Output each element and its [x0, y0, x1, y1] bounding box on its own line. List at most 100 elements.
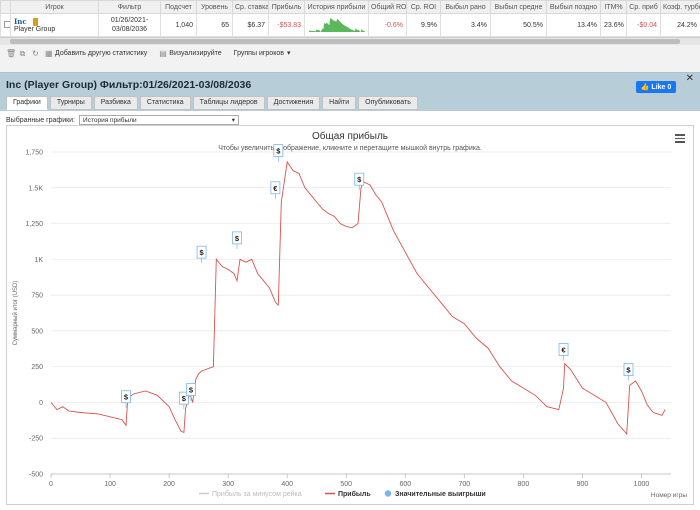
tab-breakdown[interactable]: Разбивка [93, 96, 138, 110]
y-tick-label: 1,250 [25, 221, 43, 228]
player-cell[interactable]: Inc Player Group [10, 13, 99, 37]
horizontal-scrollbar[interactable] [0, 37, 700, 45]
y-tick-label: -500 [29, 472, 43, 479]
refresh-icon[interactable]: ↻ [32, 49, 39, 57]
y-tick-label: 1,750 [25, 150, 43, 157]
profit-history-cell [304, 13, 369, 37]
caret-down-icon: ▾ [231, 117, 236, 124]
legend-rake-label: Прибыль за минусом рейка [212, 490, 302, 498]
early-cell: 3.4% [440, 13, 491, 37]
level-cell: 65 [196, 13, 233, 37]
stats-table: Игрок Фильтр Подсчет Уровень Ср. ставка … [0, 0, 700, 37]
panel-tabs: Графики Турниры Разбивка Статистика Табл… [6, 96, 418, 110]
x-tick-label: 500 [340, 481, 352, 488]
header-late[interactable]: Выбыл поздно [546, 0, 601, 14]
avg-stake-cell: $6.37 [232, 13, 269, 37]
header-middle[interactable]: Выбыл средне [490, 0, 547, 14]
tab-leaderboards[interactable]: Таблицы лидеров [192, 96, 265, 110]
like-label: Like 0 [651, 83, 672, 91]
header-profit[interactable]: Прибыль [268, 0, 305, 14]
chart-subtitle: Чтобы увеличить изображение, кликните и … [218, 144, 482, 152]
header-level[interactable]: Уровень [196, 0, 233, 14]
x-tick-label: 900 [577, 481, 589, 488]
table-toolbar: 🗑 ⧉ ↻ ▦ Добавить другую статистику ▤ Виз… [0, 46, 700, 60]
header-avg-roi[interactable]: Ср. ROI [406, 0, 441, 14]
player-group-label: Player Group [14, 26, 56, 34]
x-tick-label: 800 [518, 481, 530, 488]
y-tick-label: 1K [34, 257, 43, 264]
tab-publish[interactable]: Опубликовать [358, 96, 418, 110]
tab-tournaments[interactable]: Турниры [49, 96, 92, 110]
header-profit-history[interactable]: История прибыли [304, 0, 369, 14]
row-checkbox-cell[interactable] [0, 13, 11, 37]
visualize-button[interactable]: ▤ Визуализируйте [159, 48, 221, 58]
player-groups-dropdown[interactable]: Группы игроков ▾ [233, 49, 291, 58]
header-itm[interactable]: ITM% [600, 0, 627, 14]
x-tick-label: 100 [104, 481, 116, 488]
chart-select[interactable]: История прибыли ▾ [79, 115, 240, 125]
panel-header: Inc (Player Group) Фильтр:01/26/2021-03/… [0, 73, 700, 111]
player-panel: Inc (Player Group) Фильтр:01/26/2021-03/… [0, 72, 700, 510]
header-player[interactable]: Игрок [10, 0, 99, 14]
menu-icon[interactable] [675, 134, 685, 145]
scrollbar-thumb[interactable] [10, 39, 680, 44]
x-tick-label: 600 [399, 481, 411, 488]
turbo-cell: 24.2% [660, 13, 700, 37]
header-overall-roi[interactable]: Общий ROI [368, 0, 407, 14]
chart-select-row: Выбранные графики: История прибыли ▾ [6, 115, 240, 125]
table-row[interactable]: Inc Player Group 01/26/2021-03/08/2036 1… [0, 13, 700, 37]
tab-charts[interactable]: Графики [6, 96, 48, 110]
legend-profit-label: Прибыль [338, 490, 371, 498]
x-tick-label: 400 [281, 481, 293, 488]
copy-icon[interactable]: ⧉ [19, 49, 26, 57]
trash-icon[interactable]: 🗑 [6, 49, 16, 57]
add-stats-button[interactable]: ▦ Добавить другую статистику [45, 48, 148, 58]
panel-title: Inc (Player Group) Фильтр:01/26/2021-03/… [6, 79, 252, 91]
chart-select-label: Выбранные графики: [6, 116, 76, 124]
y-tick-label: 750 [31, 293, 43, 300]
close-icon[interactable]: ✕ [686, 73, 694, 84]
count-cell: 1,040 [160, 13, 197, 37]
grid-icon: ▦ [45, 48, 53, 58]
x-tick-label: 300 [222, 481, 234, 488]
x-tick-label: 200 [163, 481, 175, 488]
header-turbo[interactable]: Коэф. турбо [660, 0, 700, 14]
profit-cell: -$53.83 [268, 13, 305, 37]
profit-series-line[interactable] [50, 160, 666, 436]
legend-bigwin-symbol[interactable] [384, 490, 392, 497]
header-early[interactable]: Выбыл рано [440, 0, 491, 14]
table-header-row: Игрок Фильтр Подсчет Уровень Ср. ставка … [0, 0, 700, 14]
header-avg-stake[interactable]: Ср. ставка [232, 0, 269, 14]
player-name-link[interactable]: Inc [14, 17, 27, 26]
y-tick-label: 1.5K [29, 185, 44, 192]
header-filter[interactable]: Фильтр [98, 0, 161, 14]
row-checkbox[interactable] [4, 20, 10, 28]
y-tick-label: 500 [31, 328, 43, 335]
tab-statistics[interactable]: Статистика [139, 96, 191, 110]
x-tick-label: 0 [49, 481, 53, 488]
chart-title: Общая прибыль [312, 130, 388, 142]
chart-select-value: История прибыли [83, 116, 137, 124]
header-check [0, 0, 11, 14]
avg-roi-cell: 9.9% [406, 13, 441, 37]
tab-find[interactable]: Найти [322, 96, 357, 110]
profit-chart-svg[interactable]: Общая прибыль Чтобы увеличить изображение… [7, 126, 693, 504]
chart-icon: ▤ [159, 48, 167, 58]
y-axis-label: Суммарный итог (USD) [12, 281, 19, 346]
add-stats-label: Добавить другую статистику [55, 49, 148, 57]
middle-cell: 50.5% [490, 13, 547, 37]
x-axis-label: Номер игры [651, 492, 687, 499]
facebook-like-button[interactable]: 👍 Like 0 [636, 81, 676, 93]
header-count[interactable]: Подсчет [160, 0, 197, 14]
player-groups-label: Группы игроков [233, 49, 284, 57]
profit-chart[interactable]: Общая прибыль Чтобы увеличить изображение… [6, 125, 694, 505]
overall-roi-cell: -0.6% [368, 13, 407, 37]
y-tick-label: 0 [39, 400, 43, 407]
header-avg-profit[interactable]: Ср. приб [626, 0, 661, 14]
late-cell: 13.4% [546, 13, 601, 37]
profit-history-sparkline [309, 18, 365, 32]
filter-cell: 01/26/2021-03/08/2036 [98, 13, 161, 37]
x-tick-label: 700 [458, 481, 470, 488]
trophy-icon [32, 18, 38, 27]
tab-achievements[interactable]: Достижения [266, 96, 321, 110]
